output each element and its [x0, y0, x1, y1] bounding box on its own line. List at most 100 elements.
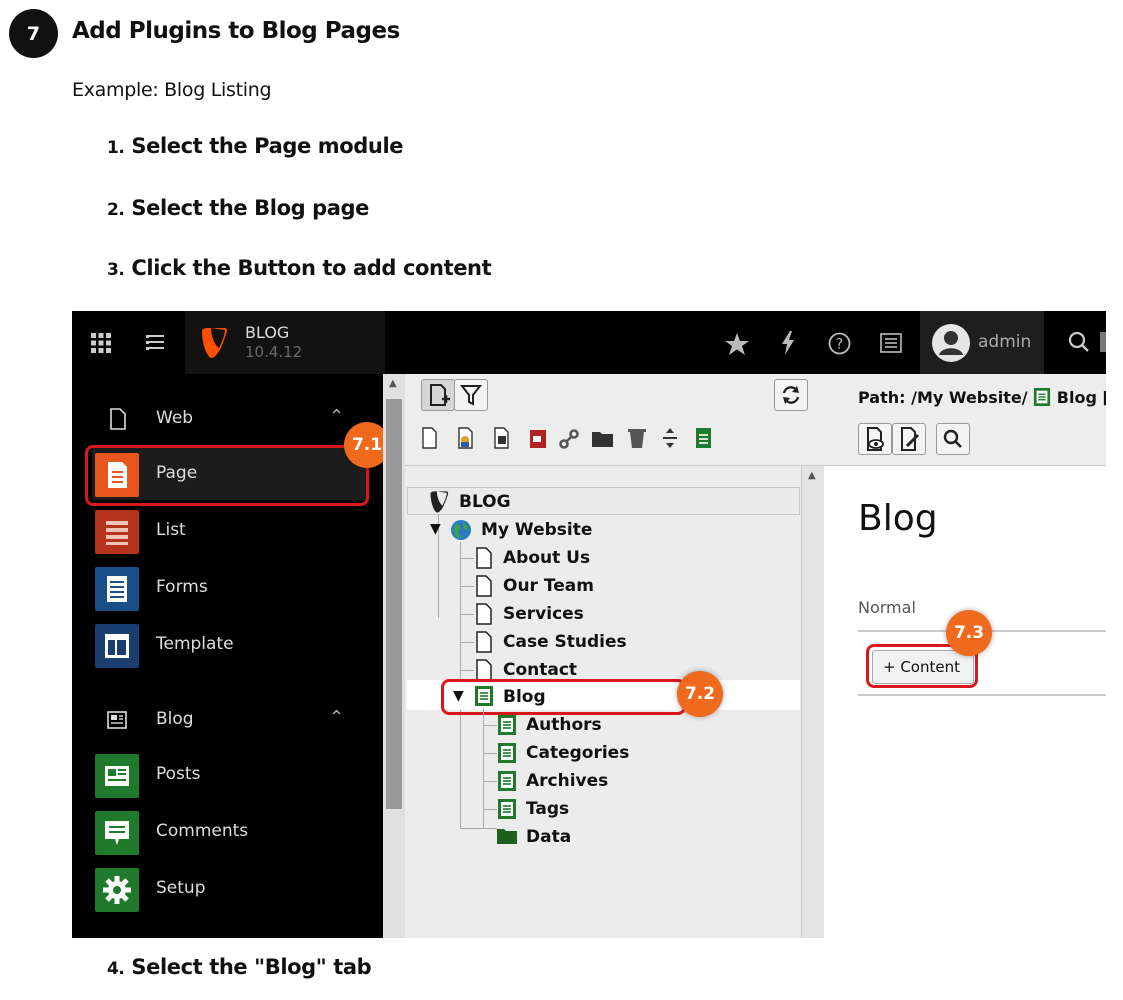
refresh-button[interactable]: [774, 379, 808, 411]
search-button[interactable]: [936, 423, 970, 455]
list-toggle-icon[interactable]: [146, 333, 166, 353]
edit-page-button[interactable]: [892, 423, 926, 455]
instruction-text: Select the "Blog" tab: [131, 955, 372, 979]
expand-triangle-icon[interactable]: ▼: [430, 521, 441, 537]
apps-grid-icon[interactable]: [90, 332, 112, 354]
column-label: Normal: [858, 598, 916, 617]
tree-site-label[interactable]: My Website: [481, 520, 592, 540]
tree-child-label[interactable]: Categories: [526, 743, 629, 763]
tree-connector: [483, 809, 497, 810]
module-label: Forms: [156, 577, 208, 597]
newspaper-icon: [107, 711, 127, 729]
module-template[interactable]: Template: [92, 619, 367, 671]
globe-icon: [451, 520, 471, 540]
tree-connector: [483, 708, 484, 828]
tree-toolbar: [405, 374, 824, 466]
gear-icon: [95, 868, 139, 912]
template-module-icon: [95, 624, 139, 668]
app-version: 10.4.12: [245, 343, 303, 361]
top-bar: BLOG 10.4.12 ? admin: [72, 311, 1106, 374]
posts-module-icon: [95, 754, 139, 798]
tree-connector: [483, 781, 497, 782]
instruction-text: Select the Page module: [131, 134, 404, 158]
tree-page-label[interactable]: Contact: [503, 660, 577, 680]
svg-text:?: ?: [836, 337, 843, 353]
search-text-cutoff: [1100, 332, 1106, 352]
instruction-2: 2. Select the Blog page: [107, 196, 369, 220]
tree-page-label[interactable]: Services: [503, 604, 584, 624]
module-setup[interactable]: Setup: [92, 863, 367, 915]
sidebar-scrollbar[interactable]: ▲: [383, 374, 405, 938]
tree-connector: [460, 642, 474, 643]
tree-connector: [460, 586, 474, 587]
page-tree: BLOG ▼ My Website About Us Our Team Serv…: [405, 466, 824, 938]
group-blog[interactable]: Blog ⌃: [72, 695, 383, 745]
view-page-button[interactable]: [858, 423, 892, 455]
page-icon: [476, 575, 492, 597]
tree-child-label[interactable]: Authors: [526, 715, 602, 735]
highlight-page-module: [85, 445, 369, 506]
tree-child-label[interactable]: Archives: [526, 771, 608, 791]
list-module-icon: [95, 510, 139, 554]
module-posts[interactable]: Posts: [92, 749, 367, 801]
section-subtitle: Example: Blog Listing: [72, 79, 272, 101]
module-label: Comments: [156, 821, 249, 841]
tree-scrollbar[interactable]: ▲: [801, 466, 824, 938]
column-divider: [858, 694, 1106, 696]
tree-page-label[interactable]: Our Team: [503, 576, 594, 596]
module-label: List: [156, 520, 186, 540]
filter-button[interactable]: [454, 379, 488, 411]
page-icon: [476, 547, 492, 569]
tree-page-label[interactable]: Case Studies: [503, 632, 627, 652]
user-menu[interactable]: admin: [920, 311, 1044, 374]
tree-child-label[interactable]: Data: [526, 827, 571, 847]
chevron-up-icon: ⌃: [329, 707, 345, 728]
instruction-text: Select the Blog page: [131, 196, 370, 220]
instruction-number: 3.: [107, 260, 125, 280]
blog-folder-icon: [498, 743, 516, 763]
page-tree-panel: BLOG ▼ My Website About Us Our Team Serv…: [405, 374, 824, 938]
new-page-button[interactable]: [421, 379, 455, 411]
module-forms[interactable]: Forms: [92, 562, 367, 614]
bolt-icon[interactable]: [781, 331, 795, 355]
instruction-text: Click the Button to add content: [131, 256, 492, 280]
help-icon[interactable]: ?: [828, 332, 851, 355]
module-list[interactable]: List: [92, 505, 367, 557]
chevron-up-icon: ⌃: [329, 406, 345, 427]
group-label: Web: [156, 408, 194, 428]
app-name: BLOG: [245, 323, 290, 342]
section-title: Add Plugins to Blog Pages: [72, 18, 400, 44]
blog-folder-icon: [498, 715, 516, 735]
typo3-logo: [430, 491, 449, 513]
module-menu: Web ⌃ Page 7.1 List Forms Template Blog …: [72, 374, 390, 938]
list-icon[interactable]: [880, 333, 902, 353]
breadcrumb-path: Path: /My Website/: [858, 388, 1028, 407]
search-icon: [1068, 331, 1089, 352]
blog-folder-icon: [498, 799, 516, 819]
typo3-screenshot: BLOG 10.4.12 ? admin Web ⌃ Page 7.1 List…: [72, 311, 1106, 938]
group-web[interactable]: Web ⌃: [72, 394, 383, 444]
app-brand[interactable]: BLOG 10.4.12: [185, 311, 385, 374]
instruction-3: 3. Click the Button to add content: [107, 256, 492, 280]
search-toggle[interactable]: [1046, 311, 1106, 374]
tree-connector: [460, 670, 474, 671]
page-content-panel: Path: /My Website/ Blog [ Blog Normal + …: [824, 374, 1106, 938]
page-icon: [476, 603, 492, 625]
tree-page-label[interactable]: About Us: [503, 548, 590, 568]
content-docheader: Path: /My Website/ Blog [: [824, 374, 1106, 466]
tree-connector: [460, 614, 474, 615]
star-icon[interactable]: [725, 333, 749, 355]
user-icon: [939, 331, 963, 355]
instruction-number: 2.: [107, 200, 125, 220]
tree-root-label: BLOG: [459, 492, 511, 512]
module-comments[interactable]: Comments: [92, 806, 367, 858]
group-label: Blog: [156, 709, 194, 729]
user-name: admin: [978, 332, 1032, 352]
comments-module-icon: [95, 811, 139, 855]
tree-connector: [460, 558, 474, 559]
tree-child-label[interactable]: Tags: [526, 799, 569, 819]
breadcrumb: Path: /My Website/ Blog [: [858, 387, 1106, 407]
scroll-thumb[interactable]: [386, 399, 402, 809]
instruction-4: 4. Select the "Blog" tab: [107, 955, 372, 979]
page-type-icons[interactable]: [419, 424, 737, 452]
